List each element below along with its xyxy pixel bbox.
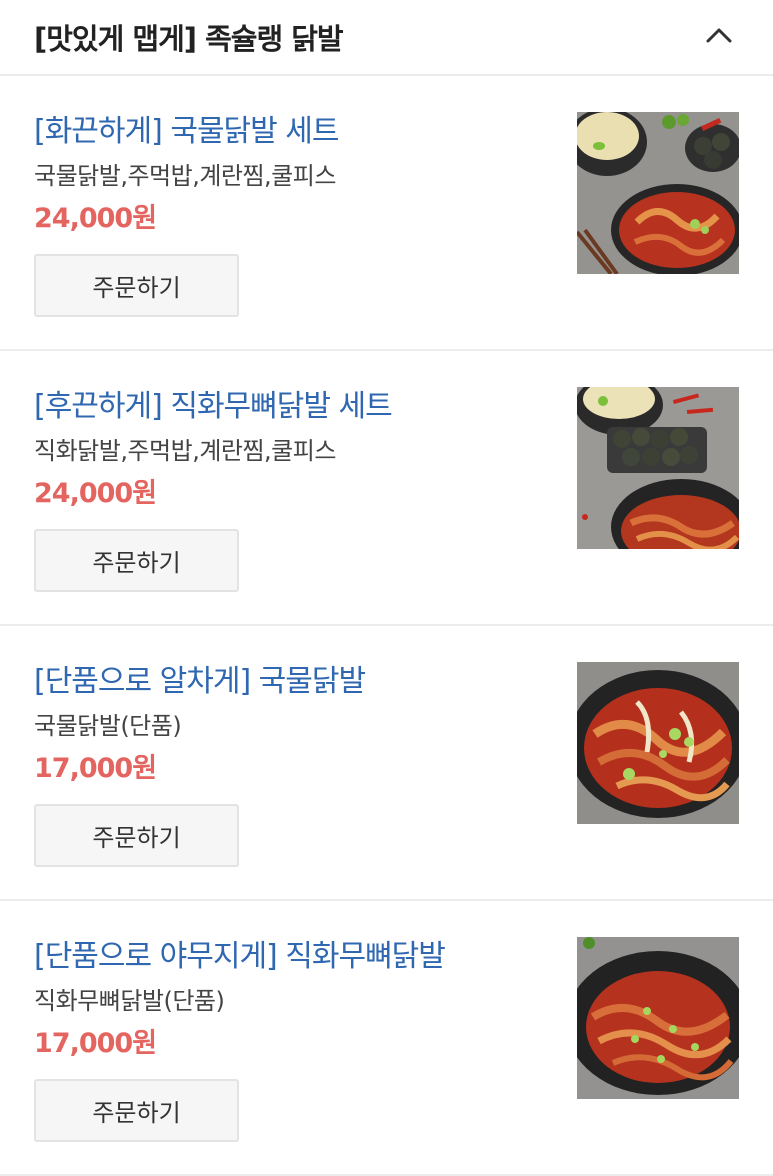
order-button[interactable]: 주문하기 — [34, 804, 239, 867]
order-button[interactable]: 주문하기 — [34, 1079, 239, 1142]
menu-item-name[interactable]: [후끈하게] 직화무뼈닭발 세트 — [34, 381, 393, 425]
order-button[interactable]: 주문하기 — [34, 529, 239, 592]
menu-item-price: 24,000원 — [34, 478, 157, 509]
menu-item-image[interactable] — [577, 662, 739, 824]
menu-item[interactable]: [단품으로 알차게] 국물닭발 국물닭발(단품) 17,000원 주문하기 — [0, 626, 773, 901]
menu-item-price: 17,000원 — [34, 1028, 157, 1059]
menu-item[interactable]: [후끈하게] 직화무뼈닭발 세트 직화닭발,주먹밥,계란찜,쿨피스 24,000… — [0, 351, 773, 626]
menu-item-name[interactable]: [단품으로 야무지게] 직화무뼈닭발 — [34, 931, 446, 975]
category-title: [맛있게 맵게] 족슐랭 닭발 — [34, 22, 344, 56]
menu-item[interactable]: [화끈하게] 국물닭발 세트 국물닭발,주먹밥,계란찜,쿨피스 24,000원 … — [0, 76, 773, 351]
menu-item-description: 직화닭발,주먹밥,계란찜,쿨피스 — [34, 437, 336, 465]
menu-item-price: 24,000원 — [34, 203, 157, 234]
menu-item-description: 국물닭발,주먹밥,계란찜,쿨피스 — [34, 162, 336, 190]
menu-item-name[interactable]: [단품으로 알차게] 국물닭발 — [34, 656, 366, 700]
menu-category-header[interactable]: [맛있게 맵게] 족슐랭 닭발 — [0, 0, 773, 76]
menu-item-price: 17,000원 — [34, 753, 157, 784]
menu-item-image[interactable] — [577, 112, 739, 274]
chevron-up-icon — [706, 27, 732, 47]
menu-item-image[interactable] — [577, 937, 739, 1099]
menu-item-name[interactable]: [화끈하게] 국물닭발 세트 — [34, 106, 339, 150]
menu-item[interactable]: [단품으로 야무지게] 직화무뼈닭발 직화무뼈닭발(단품) 17,000원 주문… — [0, 901, 773, 1176]
menu-item-description: 직화무뼈닭발(단품) — [34, 987, 225, 1015]
collapse-button[interactable] — [699, 17, 739, 57]
menu-item-image[interactable] — [577, 387, 739, 549]
order-button[interactable]: 주문하기 — [34, 254, 239, 317]
menu-item-description: 국물닭발(단품) — [34, 712, 182, 740]
